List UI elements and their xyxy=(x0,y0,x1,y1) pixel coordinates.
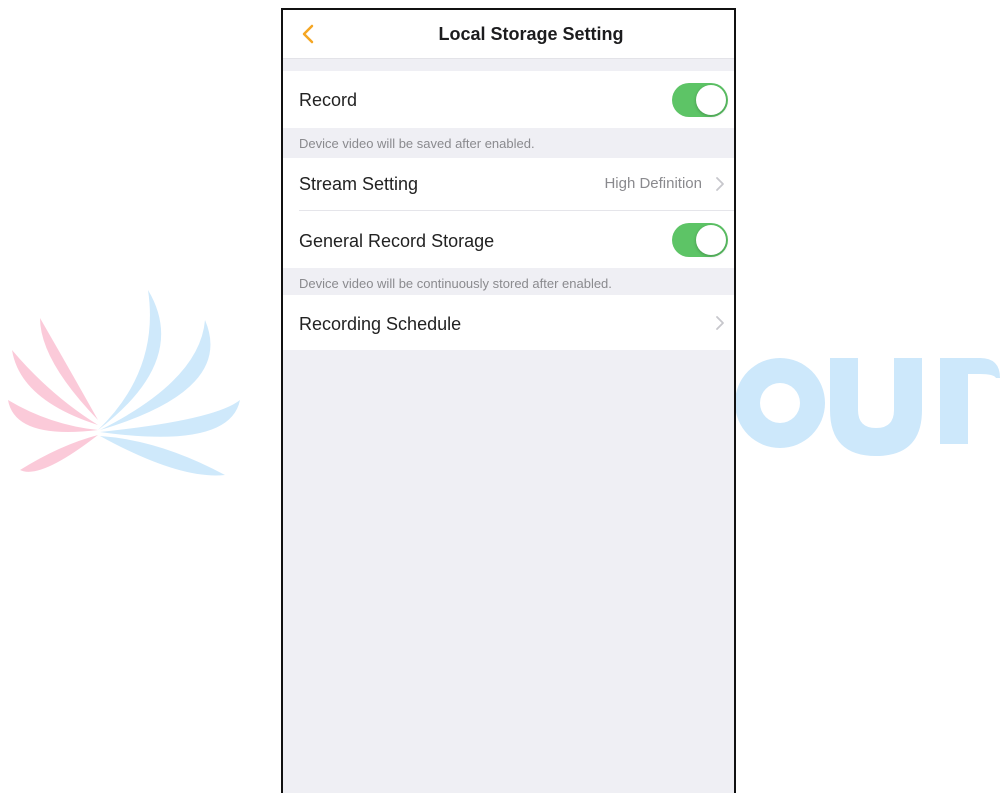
chevron-right-icon xyxy=(714,176,726,192)
chevron-right-icon xyxy=(714,315,726,331)
record-note: Device video will be saved after enabled… xyxy=(299,136,535,151)
general-record-storage-toggle[interactable] xyxy=(672,223,728,257)
stream-setting-label: Stream Setting xyxy=(299,174,419,194)
general-record-storage-label: General Record Storage xyxy=(299,231,495,251)
chevron-left-icon[interactable] xyxy=(297,22,321,46)
toggle-knob xyxy=(696,85,726,115)
navigation-bar: Local Storage Setting xyxy=(283,10,734,59)
general-record-storage-note: Device video will be continuously stored… xyxy=(299,276,612,291)
record-label: Record xyxy=(299,90,358,110)
stream-setting-value: High Definition xyxy=(604,175,702,192)
phone-screen: Local Storage Setting Record Device vide… xyxy=(281,8,736,793)
general-record-storage-row: General Record Storage xyxy=(283,211,734,268)
recording-schedule-row[interactable]: Recording Schedule xyxy=(283,295,734,350)
record-row: Record xyxy=(283,71,734,128)
toggle-knob xyxy=(696,225,726,255)
page-title: Local Storage Setting xyxy=(438,24,624,44)
recording-schedule-label: Recording Schedule xyxy=(299,314,462,334)
record-toggle[interactable] xyxy=(672,83,728,117)
stream-setting-row[interactable]: Stream Setting High Definition xyxy=(283,158,734,211)
